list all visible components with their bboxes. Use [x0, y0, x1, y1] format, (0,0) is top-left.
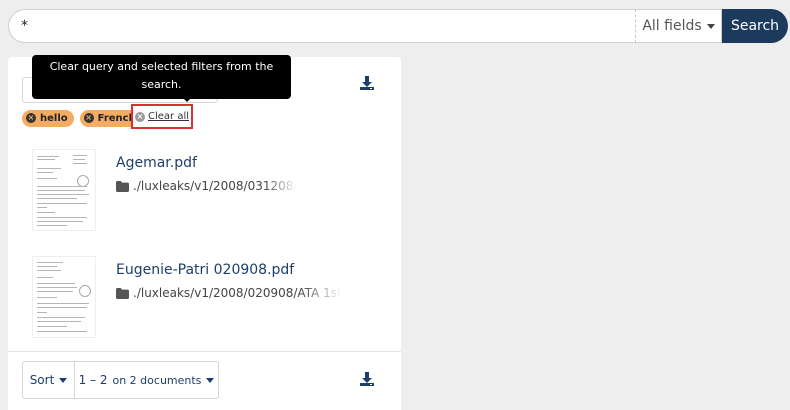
clear-all-label: Clear all: [147, 111, 189, 122]
result-path-text: ./luxleaks/v1/2008/020908/ATA 1st: [133, 286, 340, 300]
filter-chip-hello[interactable]: × hello: [22, 109, 74, 127]
sort-label: Sort: [29, 373, 55, 387]
tooltip-text: Clear query and selected filters from th…: [49, 60, 274, 91]
pagination: Sort 1 – 2 on 2 documents: [22, 361, 219, 399]
sort-button[interactable]: Sort: [23, 362, 75, 398]
folder-icon: [116, 287, 129, 299]
page-total: on 2 documents: [112, 373, 202, 387]
filter-chip-label: hello: [40, 112, 68, 124]
chevron-down-icon: [206, 377, 215, 383]
page-range-selector[interactable]: 1 – 2 on 2 documents: [75, 362, 218, 398]
download-icon[interactable]: [359, 75, 375, 95]
search-input[interactable]: [8, 9, 635, 43]
field-selector-label: All fields: [642, 18, 702, 34]
folder-icon: [116, 180, 129, 192]
result-path: ./luxleaks/v1/2008/020908/ATA 1st: [116, 285, 340, 301]
tooltip-arrow: [182, 97, 192, 102]
filter-chip-label: French: [97, 112, 136, 124]
download-icon[interactable]: [359, 371, 375, 391]
search-button[interactable]: Search: [722, 9, 788, 43]
result-path: ./luxleaks/v1/2008/031208/: [116, 178, 340, 194]
result-title[interactable]: Eugenie-Patri 020908.pdf: [116, 262, 294, 278]
close-icon: ×: [26, 113, 36, 123]
field-selector[interactable]: All fields: [635, 9, 722, 43]
close-icon: ×: [134, 111, 145, 122]
chevron-down-icon: [706, 23, 715, 29]
search-bar: All fields Search: [8, 9, 788, 43]
close-icon: ×: [83, 113, 94, 123]
results-panel: × hello × French × Clear all Clear query…: [8, 55, 401, 410]
chevron-down-icon: [59, 377, 68, 383]
clear-all-button[interactable]: × Clear all: [131, 104, 193, 129]
tooltip: Clear query and selected filters from th…: [32, 55, 291, 102]
document-thumbnail[interactable]: [32, 149, 96, 231]
divider: [8, 351, 401, 352]
document-thumbnail[interactable]: [32, 256, 96, 338]
page-range: 1 – 2: [78, 373, 108, 387]
result-path-text: ./luxleaks/v1/2008/031208/: [133, 179, 298, 193]
filter-chips: × hello × French: [22, 107, 148, 129]
result-title[interactable]: Agemar.pdf: [116, 155, 197, 171]
